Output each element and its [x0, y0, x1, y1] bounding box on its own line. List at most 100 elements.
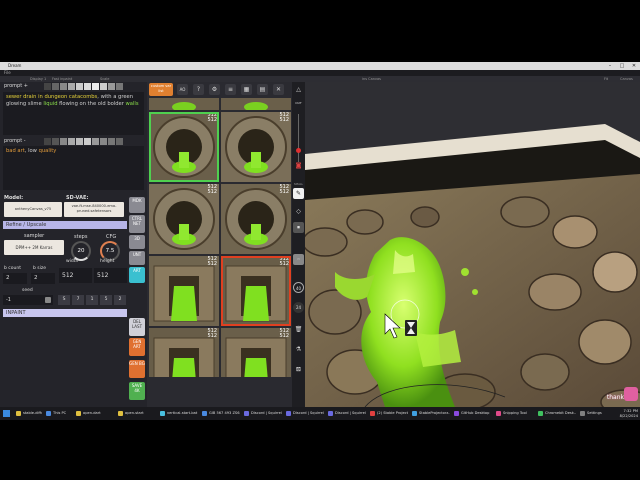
- seed-preset-button[interactable]: 7: [72, 295, 84, 305]
- close-icon[interactable]: ✕: [628, 62, 640, 70]
- vae-select[interactable]: vae-ft-mse-840000-ema-pruned.safetensors: [64, 202, 124, 217]
- triangle-icon[interactable]: △: [293, 84, 304, 95]
- thumbnail-height: 512: [279, 117, 289, 123]
- height-input[interactable]: 512: [94, 268, 127, 283]
- taskbar-item[interactable]: GitHub Desktop: [452, 409, 492, 418]
- model-select[interactable]: anthenyCanvas_v75: [4, 202, 62, 217]
- thumbnail-partial[interactable]: [221, 98, 291, 110]
- taskbar-item[interactable]: open-dart: [74, 409, 114, 418]
- seed-preset-button[interactable]: 1: [86, 295, 98, 305]
- ao-button[interactable]: AO: [177, 84, 188, 95]
- taskbar-item[interactable]: Snipping Tool: [494, 409, 534, 418]
- seed-preset-button[interactable]: 2: [114, 295, 126, 305]
- prompt-segment: flowing on the old bolder: [57, 101, 126, 107]
- dice-icon[interactable]: [45, 297, 51, 303]
- side-button-3d[interactable]: 3D: [129, 235, 145, 249]
- maximize-icon[interactable]: □: [616, 62, 628, 70]
- thumbnail-dims: 512 512: [279, 185, 289, 195]
- brush-size-40[interactable]: 40: [293, 282, 304, 293]
- tool-mask[interactable]: ■: [293, 222, 304, 233]
- thumbnail[interactable]: 512 512: [221, 184, 291, 254]
- close-icon[interactable]: ✕: [273, 84, 284, 95]
- taskbar-item[interactable]: Discord | Squirrel...: [284, 409, 324, 418]
- taskbar-item[interactable]: open-start: [116, 409, 156, 418]
- trash-icon[interactable]: 🗑: [293, 324, 304, 335]
- side-button-save-4k[interactable]: SAVE 4K: [129, 382, 145, 400]
- selection-outline: [149, 112, 219, 182]
- side-button-unt[interactable]: UNT: [129, 251, 145, 265]
- dropper-icon[interactable]: ⚗: [293, 344, 304, 355]
- thumbnail-height: 512: [207, 333, 217, 339]
- thumbnail[interactable]: 512 512: [221, 256, 291, 326]
- inpaint-bar[interactable]: INPAINT: [3, 309, 127, 317]
- batch-size-input[interactable]: 2: [31, 273, 55, 284]
- thumbnail[interactable]: 512 512: [149, 112, 219, 182]
- brush-icon[interactable]: ✎: [293, 188, 304, 199]
- thumbnail[interactable]: 512 512: [149, 184, 219, 254]
- help-icon[interactable]: ?: [193, 84, 204, 95]
- thumbnail-dims: 512 512: [207, 185, 217, 195]
- thumbnail[interactable]: 512 512: [149, 256, 219, 326]
- taskbar-item[interactable]: This PC: [44, 409, 72, 418]
- side-button-ctrl-net[interactable]: CTRL NET: [129, 215, 145, 233]
- batch-count-input[interactable]: 2: [3, 273, 27, 284]
- taskbar-item[interactable]: Discord | Squirrel...: [326, 409, 366, 418]
- taskbar-item[interactable]: stable-diffusion-...: [14, 409, 42, 418]
- thumbnail[interactable]: 512 512: [149, 328, 219, 377]
- side-button-art[interactable]: ART: [129, 267, 145, 283]
- taskbar-item[interactable]: Discord | Squirrel...: [242, 409, 282, 418]
- eraser-icon[interactable]: ◇: [293, 206, 304, 217]
- side-button-gen-bg[interactable]: GEN BG: [129, 360, 145, 378]
- menu-icon[interactable]: ≡: [225, 84, 236, 95]
- list-icon[interactable]: ▤: [257, 84, 268, 95]
- zoom-slider[interactable]: [298, 114, 299, 162]
- thumbnail-height: 512: [207, 189, 217, 195]
- seed-label: seed: [22, 288, 33, 293]
- negative-prompt-segment: quality: [38, 148, 57, 154]
- tool-out[interactable]: OUT: [293, 98, 304, 109]
- custom-var-list-button[interactable]: custom var list: [149, 83, 173, 96]
- thumbnail[interactable]: 512 512: [221, 112, 291, 182]
- brush-size-24[interactable]: 24: [293, 302, 304, 313]
- app-window: Dream – □ ✕ File Display 1 Fast inpaint …: [0, 62, 640, 407]
- prompt-swatches: [44, 83, 123, 90]
- thumbnail-height: 512: [279, 333, 289, 339]
- slider-handle[interactable]: [296, 148, 301, 153]
- gear-icon[interactable]: ⚙: [209, 84, 220, 95]
- sampler-label: sampler: [24, 233, 45, 239]
- negative-swatches: [44, 138, 123, 145]
- paint-bucket-icon[interactable]: ⛾: [293, 364, 304, 375]
- window-title: Dream: [8, 63, 22, 68]
- taskbar-item[interactable]: Chromebit Desk...: [536, 409, 576, 418]
- taskbar-item[interactable]: StableProjectorz...: [410, 409, 450, 418]
- taskbar-item[interactable]: GIB 567 493 ZS6...: [200, 409, 240, 418]
- prompt-segment: liquid: [43, 101, 58, 107]
- dungeon-3d-scene: [305, 124, 640, 407]
- prompt-input[interactable]: sewer drain in dungeon catacombs, with a…: [3, 92, 144, 135]
- refine-bar[interactable]: Refine / Upscale: [3, 221, 127, 229]
- side-button-del-last[interactable]: DEL LAST: [129, 318, 145, 336]
- steps-dial[interactable]: 20: [71, 241, 91, 261]
- screen: Dream – □ ✕ File Display 1 Fast inpaint …: [0, 0, 640, 480]
- tool-gray[interactable]: ▭: [293, 254, 304, 265]
- thumbnail-dims: 512 512: [207, 329, 217, 339]
- viewport-canvas[interactable]: thank: [305, 82, 640, 407]
- thumbnail-partial[interactable]: [149, 98, 219, 110]
- clock[interactable]: 7:32 PM 8/22/2024: [612, 409, 638, 418]
- grid-icon[interactable]: ▦: [241, 84, 252, 95]
- sampler-select[interactable]: DPM++ 2M Karras: [4, 240, 64, 255]
- negative-prompt-input[interactable]: bad art, low quality: [3, 146, 144, 190]
- seed-preset-button[interactable]: S: [58, 295, 70, 305]
- side-button-gen-art[interactable]: GEN ART: [129, 338, 145, 356]
- windows-start-icon[interactable]: [3, 410, 10, 417]
- cfg-dial[interactable]: 7.5: [100, 241, 120, 261]
- side-button-mdk[interactable]: MDK: [129, 197, 145, 213]
- seed-preset-button[interactable]: 5: [100, 295, 112, 305]
- batch-size-label: b size: [33, 266, 47, 271]
- taskbar-item[interactable]: (2) Stable Project...: [368, 409, 408, 418]
- taskbar-item[interactable]: vertical-start-bat: [158, 409, 198, 418]
- width-input[interactable]: 512: [59, 268, 92, 283]
- camera-icon[interactable]: ◙: [293, 160, 304, 171]
- minimize-icon[interactable]: –: [604, 62, 616, 70]
- thumbnail[interactable]: 512 512: [221, 328, 291, 377]
